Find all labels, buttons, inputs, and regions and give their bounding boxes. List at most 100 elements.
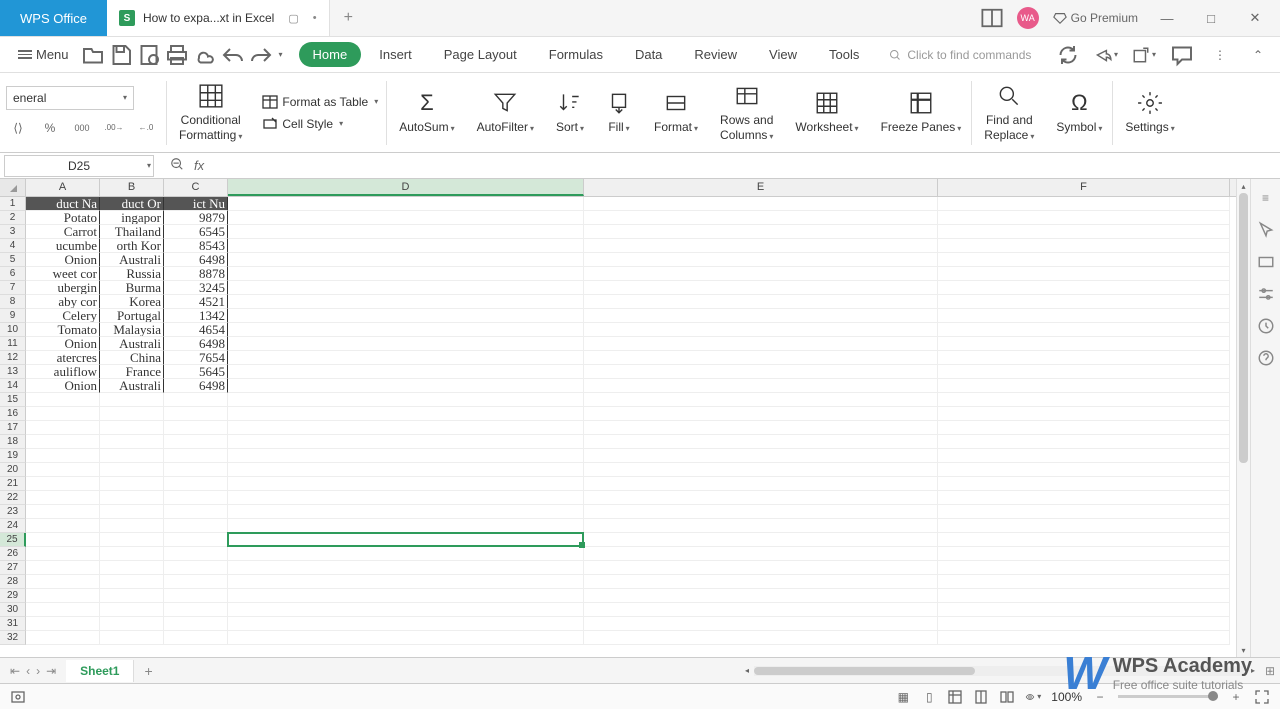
row-header[interactable]: 29 (0, 589, 26, 603)
cell[interactable] (584, 505, 938, 519)
cell[interactable]: Korea (100, 295, 164, 309)
zoom-level[interactable]: 100% (1051, 690, 1082, 704)
row-header[interactable]: 22 (0, 491, 26, 505)
cell[interactable] (228, 253, 584, 267)
cell[interactable] (164, 631, 228, 645)
cell[interactable] (584, 561, 938, 575)
menu-button[interactable]: Menu (10, 43, 77, 66)
tab-tools[interactable]: Tools (815, 42, 873, 67)
rows-columns-button[interactable]: Rows and Columns▾ (710, 81, 783, 145)
cell[interactable] (228, 547, 584, 561)
view-break-icon[interactable] (999, 689, 1015, 705)
panel-help-icon[interactable] (1257, 349, 1275, 367)
undo-icon[interactable] (221, 43, 245, 67)
cell[interactable] (228, 323, 584, 337)
cell[interactable] (26, 589, 100, 603)
cell[interactable]: Potato (26, 211, 100, 225)
cell[interactable] (26, 561, 100, 575)
cell[interactable] (584, 491, 938, 505)
cell[interactable] (164, 449, 228, 463)
zoom-slider[interactable] (1118, 695, 1218, 698)
cell[interactable] (228, 309, 584, 323)
cell[interactable] (938, 449, 1230, 463)
scroll-up-icon[interactable]: ▴ (1237, 179, 1250, 193)
cell[interactable] (584, 225, 938, 239)
cell[interactable] (228, 463, 584, 477)
cell[interactable] (228, 421, 584, 435)
percent-icon[interactable]: % (38, 116, 62, 140)
row-header[interactable]: 18 (0, 435, 26, 449)
settings-button[interactable]: Settings▾ (1115, 81, 1184, 145)
layout-icon[interactable] (981, 7, 1003, 29)
row-header[interactable]: 5 (0, 253, 26, 267)
cell[interactable] (100, 631, 164, 645)
cell[interactable] (228, 575, 584, 589)
cell[interactable] (938, 393, 1230, 407)
cell-style-button[interactable]: Cell Style▾ (262, 116, 378, 132)
cell[interactable]: duct Or (100, 197, 164, 211)
cell[interactable] (584, 211, 938, 225)
cell[interactable] (26, 449, 100, 463)
cell[interactable] (938, 281, 1230, 295)
tab-maximize-icon[interactable]: ▢ (288, 12, 298, 25)
cell[interactable]: 5645 (164, 365, 228, 379)
open-icon[interactable] (81, 43, 105, 67)
cell[interactable]: China (100, 351, 164, 365)
cell[interactable]: Malaysia (100, 323, 164, 337)
sheet-tab[interactable]: Sheet1 (66, 660, 134, 682)
sync-icon[interactable] (1056, 43, 1080, 67)
first-sheet-icon[interactable]: ⇤ (10, 664, 20, 678)
cell[interactable] (228, 351, 584, 365)
format-button[interactable]: Format▾ (644, 81, 708, 145)
cell[interactable] (100, 449, 164, 463)
minimize-button[interactable]: — (1152, 7, 1182, 29)
cell[interactable] (228, 617, 584, 631)
cell[interactable]: duct Na (26, 197, 100, 211)
cell[interactable] (938, 617, 1230, 631)
tab-page-layout[interactable]: Page Layout (430, 42, 531, 67)
row-header[interactable]: 2 (0, 211, 26, 225)
cell[interactable] (938, 435, 1230, 449)
cell[interactable] (228, 533, 584, 547)
cell[interactable] (938, 519, 1230, 533)
cell[interactable]: 4521 (164, 295, 228, 309)
cell[interactable]: France (100, 365, 164, 379)
zoom-out-button[interactable]: − (1092, 689, 1108, 705)
cell[interactable]: 6498 (164, 337, 228, 351)
row-header[interactable]: 24 (0, 519, 26, 533)
cell[interactable] (100, 407, 164, 421)
cell[interactable]: 8543 (164, 239, 228, 253)
row-header[interactable]: 10 (0, 323, 26, 337)
cell[interactable] (938, 589, 1230, 603)
tab-view[interactable]: View (755, 42, 811, 67)
row-header[interactable]: 17 (0, 421, 26, 435)
cell[interactable] (100, 435, 164, 449)
cell[interactable] (228, 267, 584, 281)
tab-review[interactable]: Review (680, 42, 751, 67)
cell[interactable] (938, 295, 1230, 309)
cell[interactable]: Onion (26, 337, 100, 351)
name-box[interactable]: D25 ▾ (4, 155, 154, 177)
row-header[interactable]: 28 (0, 575, 26, 589)
print-preview-icon[interactable] (137, 43, 161, 67)
cell[interactable] (584, 421, 938, 435)
redo-icon[interactable] (249, 43, 273, 67)
row-header[interactable]: 14 (0, 379, 26, 393)
cell[interactable]: Carrot (26, 225, 100, 239)
comment-icon[interactable] (1170, 43, 1194, 67)
currency-icon[interactable]: ⟨⟩ (6, 116, 30, 140)
cell[interactable] (228, 239, 584, 253)
panel-object-icon[interactable] (1257, 253, 1275, 271)
go-premium-button[interactable]: Go Premium (1053, 11, 1138, 25)
cell[interactable] (164, 533, 228, 547)
cell[interactable] (26, 393, 100, 407)
worksheet-button[interactable]: Worksheet▾ (785, 81, 868, 145)
cell[interactable] (938, 337, 1230, 351)
view-normal-icon[interactable] (947, 689, 963, 705)
cell[interactable] (100, 463, 164, 477)
row-header[interactable]: 20 (0, 463, 26, 477)
cell[interactable] (584, 617, 938, 631)
cell[interactable] (100, 533, 164, 547)
cell[interactable] (228, 561, 584, 575)
cell[interactable] (164, 547, 228, 561)
